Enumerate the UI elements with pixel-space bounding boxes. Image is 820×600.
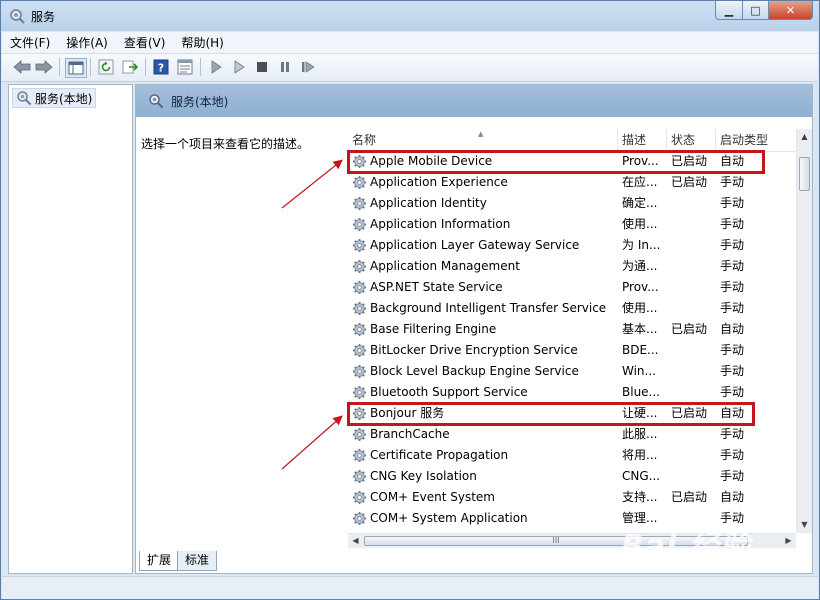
services-window: 服务 ▁ □ ✕ 文件(F) 操作(A) 查看(V) 帮助(H) ? 服务(本地… <box>0 0 820 600</box>
watermark: Bai 经验 <box>621 529 751 564</box>
annotation-arrows <box>281 159 343 470</box>
annotation-arrow-2 <box>281 415 343 470</box>
annotation-arrow-1 <box>281 159 343 209</box>
